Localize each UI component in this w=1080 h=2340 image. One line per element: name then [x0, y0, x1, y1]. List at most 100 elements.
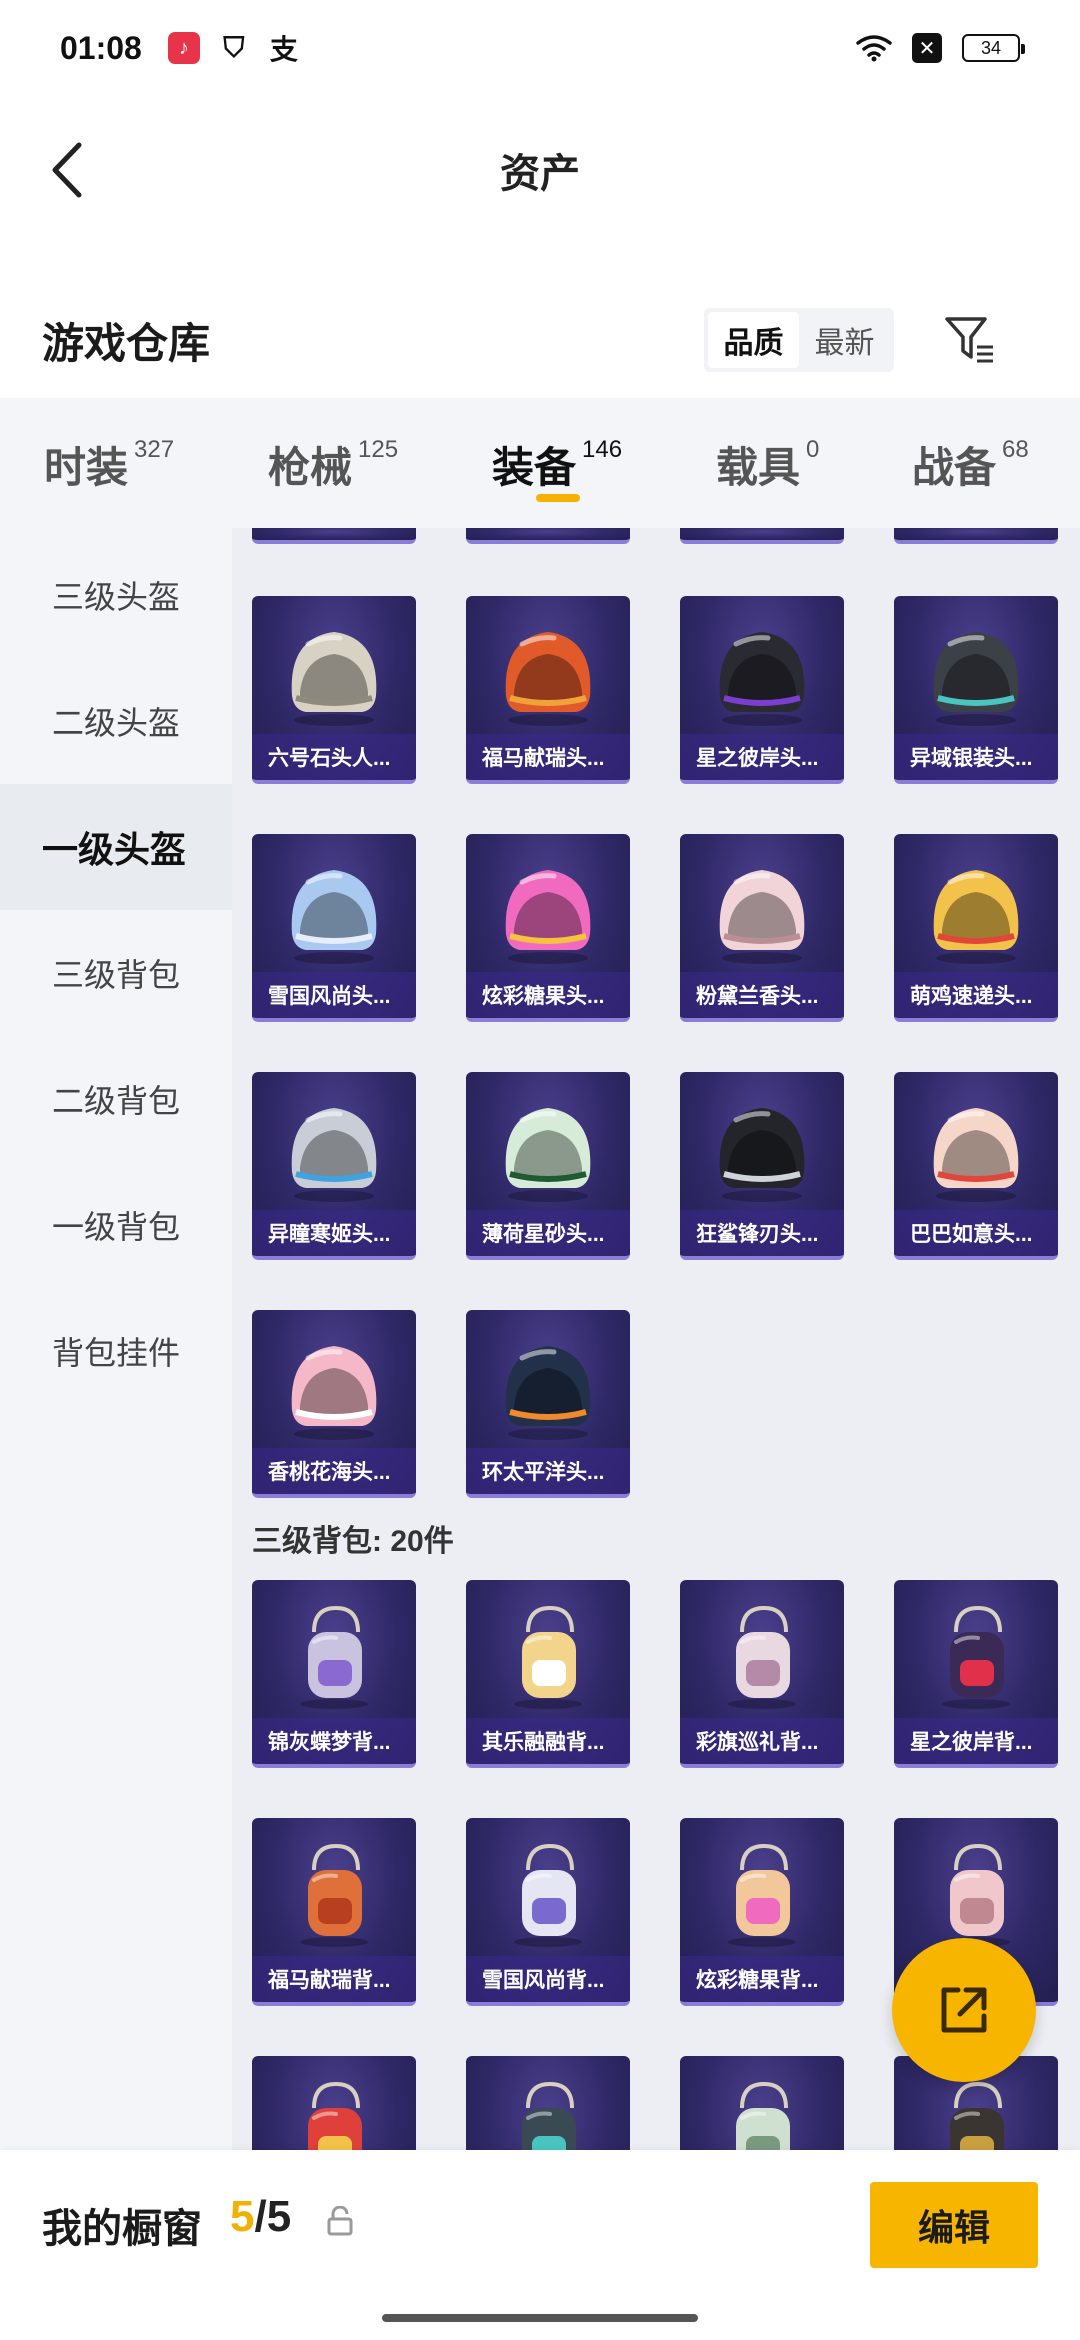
item-card[interactable] — [680, 528, 844, 544]
tab-supplies[interactable]: 战备 68 — [912, 434, 1029, 495]
battery-icon: 34 — [962, 34, 1025, 62]
helmet-card[interactable]: 异域银装头... — [894, 596, 1058, 784]
helmet-card[interactable]: 星之彼岸头... — [680, 596, 844, 784]
helmet-card[interactable]: 薄荷星砂头... — [466, 1072, 630, 1260]
item-name: 粉黛兰香头... — [680, 972, 844, 1018]
helmet-card[interactable]: 粉黛兰香头... — [680, 834, 844, 1022]
tab-equipment[interactable]: 装备 146 — [492, 434, 622, 495]
item-name: 薄荷星砂头... — [466, 1210, 630, 1256]
sort-toggle: 品质 最新 — [704, 308, 894, 372]
tab-fashion[interactable]: 时装 327 — [44, 434, 174, 495]
helmet-card[interactable]: 福马献瑞头... — [466, 596, 630, 784]
backpack-icon — [728, 1605, 796, 1709]
sidebar-item-level3-helmet[interactable]: 三级头盔 — [0, 532, 232, 658]
sidebar-item-level2-helmet[interactable]: 二级头盔 — [0, 658, 232, 784]
helmet-card[interactable]: 萌鸡速递头... — [894, 834, 1058, 1022]
backpack-icon — [300, 1605, 368, 1709]
item-name: 福马献瑞头... — [466, 734, 630, 780]
active-tab-indicator — [536, 494, 580, 502]
item-name: 异瞳寒姬头... — [252, 1210, 416, 1256]
helmet-icon — [505, 632, 591, 726]
backpack-card[interactable] — [466, 2056, 630, 2150]
showcase-label: 我的橱窗 — [42, 2207, 202, 2251]
filter-icon — [945, 317, 993, 363]
backpack-icon — [942, 1843, 1010, 1947]
tab-count: 327 — [134, 436, 175, 463]
helmet-card[interactable]: 狂鲨锋刃头... — [680, 1072, 844, 1260]
helmet-card[interactable]: 异瞳寒姬头... — [252, 1072, 416, 1260]
bottom-bar: 我的橱窗 5/5 编辑 — [0, 2150, 1080, 2340]
item-card[interactable] — [466, 528, 630, 544]
item-card[interactable] — [252, 528, 416, 544]
item-name: 星之彼岸背... — [894, 1718, 1058, 1764]
item-name: 狂鲨锋刃头... — [680, 1210, 844, 1256]
item-name: 萌鸡速递头... — [894, 972, 1058, 1018]
item-grid: 六号石头人... 福马献瑞头... 星之彼岸头... 异域银装头... 雪国风尚头...… — [232, 528, 1080, 2150]
tab-firearms[interactable]: 枪械 125 — [268, 434, 398, 495]
sort-quality-button[interactable]: 品质 — [708, 312, 799, 368]
item-name: 雪国风尚背... — [466, 1956, 630, 2002]
backpack-card[interactable]: 锦灰蝶梦背... — [252, 1580, 416, 1768]
wifi-icon — [856, 35, 892, 62]
helmet-card[interactable]: 巴巴如意头... — [894, 1072, 1058, 1260]
backpack-card[interactable] — [680, 2056, 844, 2150]
sidebar-item-backpack-charm[interactable]: 背包挂件 — [0, 1288, 232, 1414]
helmet-card[interactable]: 雪国风尚头... — [252, 834, 416, 1022]
backpack-card[interactable]: 星之彼岸背... — [894, 1580, 1058, 1768]
item-name: 炫彩糖果背... — [680, 1956, 844, 2002]
tab-label: 时装 — [44, 444, 129, 491]
backpack-icon — [514, 1843, 582, 1947]
helmet-icon — [933, 1108, 1019, 1202]
helmet-card[interactable]: 炫彩糖果头... — [466, 834, 630, 1022]
backpack-icon — [522, 2081, 576, 2150]
status-app-icons: ♪ ⛉ 支 — [167, 32, 300, 65]
backpack-icon — [950, 2081, 1004, 2150]
helmet-icon — [291, 870, 377, 964]
backpack-card[interactable]: 雪国风尚背... — [466, 1818, 630, 2006]
backpack-card[interactable]: 其乐融融背... — [466, 1580, 630, 1768]
helmet-card[interactable]: 六号石头人... — [252, 596, 416, 784]
item-name: 炫彩糖果头... — [466, 972, 630, 1018]
item-name: 香桃花海头... — [252, 1448, 416, 1494]
status-bar: 01:08 ♪ ⛉ 支 ✕ 34 — [0, 0, 1080, 96]
section-header: 游戏仓库 品质 最新 — [0, 290, 1080, 390]
helmet-icon — [505, 870, 591, 964]
sidebar-item-level2-backpack[interactable]: 二级背包 — [0, 1036, 232, 1162]
tab-count: 125 — [358, 436, 399, 463]
category-tabs: 时装 327 枪械 125 装备 146 载具 0 战备 68 — [0, 398, 1080, 528]
sidebar-item-level1-backpack[interactable]: 一级背包 — [0, 1162, 232, 1288]
item-card[interactable] — [894, 528, 1058, 544]
status-right: ✕ 34 — [856, 33, 1025, 63]
helmet-card[interactable]: 环太平洋头... — [466, 1310, 630, 1498]
backpack-card[interactable]: 彩旗巡礼背... — [680, 1580, 844, 1768]
count-current: 5 — [230, 2192, 255, 2241]
tab-label: 战备 — [912, 444, 997, 491]
tab-count: 68 — [1002, 436, 1029, 463]
item-name: 彩旗巡礼背... — [680, 1718, 844, 1764]
external-link-icon — [941, 1987, 987, 2033]
tab-count: 146 — [582, 436, 623, 463]
backpack-card[interactable]: 炫彩糖果背... — [680, 1818, 844, 2006]
helmet-card[interactable]: 香桃花海头... — [252, 1310, 416, 1498]
filter-button[interactable] — [938, 308, 1002, 372]
edit-button[interactable]: 编辑 — [870, 2182, 1038, 2268]
lock-icon — [327, 2206, 353, 2236]
backpack-icon — [942, 1605, 1010, 1709]
sort-newest-button[interactable]: 最新 — [799, 312, 890, 368]
page-title: 资产 — [500, 152, 580, 196]
backpack-icon — [728, 1843, 796, 1947]
nav-header: 资产 — [0, 100, 1080, 240]
helmet-icon — [719, 1108, 805, 1202]
backpack-card[interactable]: 福马献瑞背... — [252, 1818, 416, 2006]
helmet-icon — [291, 1108, 377, 1202]
share-fab-button[interactable] — [892, 1938, 1036, 2082]
helmet-icon — [933, 870, 1019, 964]
tab-vehicles[interactable]: 载具 0 — [716, 434, 819, 495]
tab-count: 0 — [806, 436, 820, 463]
helmet-icon — [505, 1346, 591, 1440]
sidebar-item-level1-helmet[interactable]: 一级头盔 — [0, 784, 232, 910]
back-button[interactable] — [36, 138, 96, 202]
backpack-icon — [514, 1605, 582, 1709]
sidebar-item-level3-backpack[interactable]: 三级背包 — [0, 910, 232, 1036]
backpack-card[interactable] — [252, 2056, 416, 2150]
